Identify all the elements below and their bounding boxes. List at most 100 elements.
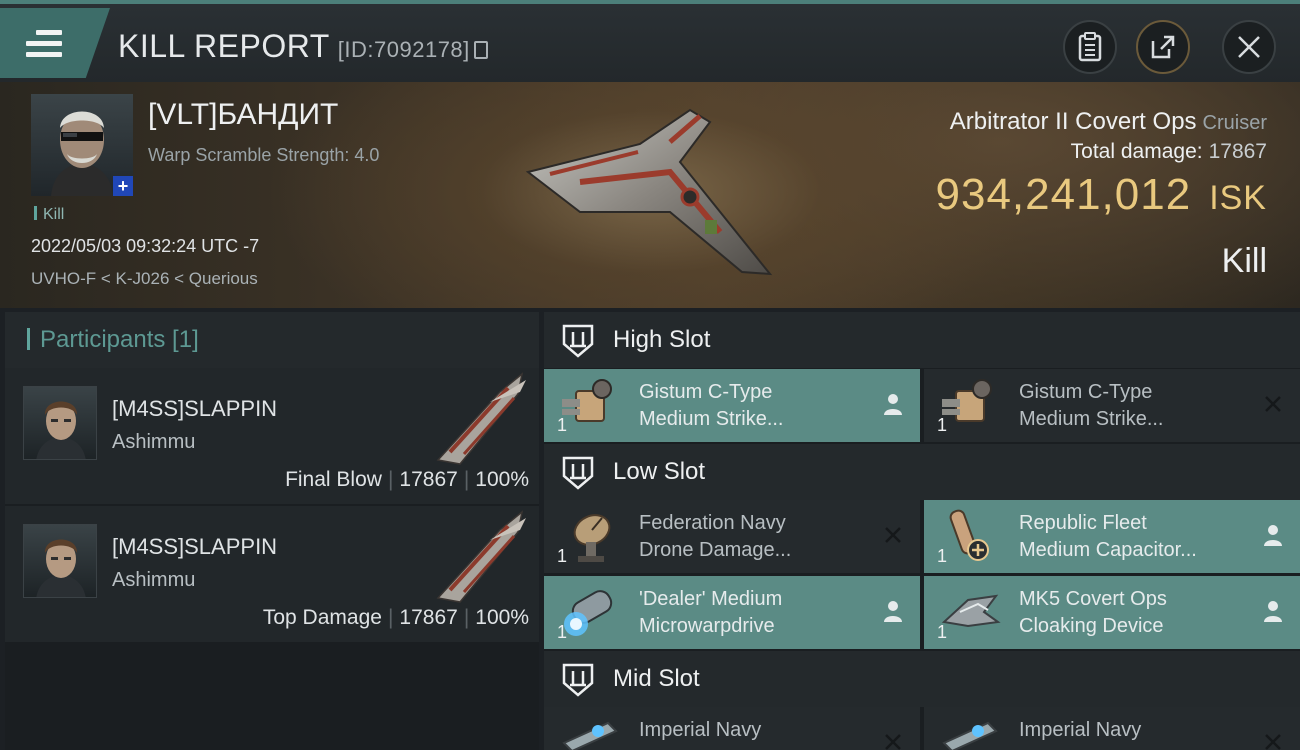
kill-timestamp: 2022/05/03 09:32:24 UTC -7: [31, 236, 260, 256]
participant-avatar[interactable]: [23, 386, 97, 460]
kill-result: Kill: [1221, 242, 1267, 280]
participant-damage: 17867: [399, 606, 458, 629]
victim-ship-name[interactable]: Arbitrator II Covert Ops Cruiser: [950, 108, 1267, 136]
module-name-line1: 'Dealer' Medium: [639, 588, 783, 610]
module-name-line2: Medium Capacitor...: [1019, 539, 1197, 561]
shield-icon: [562, 324, 594, 358]
high-slot-label: High Slot: [613, 326, 711, 353]
close-button[interactable]: [1222, 20, 1276, 74]
module-item[interactable]: Imperial Navy: [544, 707, 920, 750]
mid-slot-label: Mid Slot: [613, 665, 700, 692]
module-item[interactable]: 1 Gistum C-Type Medium Strike...: [924, 369, 1300, 442]
copy-id-icon[interactable]: [473, 41, 488, 59]
participant-row[interactable]: [M4SS]SLAPPIN Ashimmu Final Blow | 17867 | 1…: [5, 368, 539, 506]
module-quantity: 1: [557, 546, 568, 566]
participant-ship: Ashimmu: [112, 569, 196, 591]
participant-ship-image[interactable]: [430, 372, 530, 467]
turret-icon: [562, 379, 612, 422]
isk-unit: ISK: [1209, 179, 1267, 217]
module-name-line2: Medium Strike...: [639, 408, 784, 430]
victim-banner: + [VLT]БАНДИТ Warp Scramble Strength: 4.…: [0, 82, 1300, 308]
participants-header[interactable]: Participants [1]: [5, 312, 539, 368]
close-icon: [1238, 36, 1260, 58]
victim-ship-image[interactable]: [520, 102, 780, 282]
ship-name-text: Arbitrator II Covert Ops: [949, 108, 1197, 135]
page-title-text: KILL REPORT: [118, 28, 330, 64]
module-name-line1: Imperial Navy: [1019, 719, 1142, 741]
page-title: KILL REPORT [ID:7092178]: [118, 28, 488, 65]
module-item[interactable]: 1 'Dealer' Medium Microwarpdrive: [544, 576, 920, 649]
victim-portrait[interactable]: +: [31, 94, 133, 196]
module-name-line1: Federation Navy: [639, 512, 786, 534]
module-quantity: 1: [557, 622, 568, 642]
pilot-portrait-icon: [36, 539, 86, 597]
module-name-line2: Medium Strike...: [1019, 408, 1164, 430]
participants-panel: Participants [1] [M4SS]SLAPPIN Ashimmu F…: [5, 312, 539, 750]
person-icon: [884, 394, 902, 415]
victim-name[interactable]: [VLT]БАНДИТ: [148, 98, 338, 132]
fitting-panel: High Slot 1 Gistum C-Type Medium Strike.…: [544, 312, 1300, 750]
satellite-dish-icon: [573, 514, 611, 562]
pilot-portrait-icon: [36, 401, 86, 459]
participant-ship-image[interactable]: [430, 510, 530, 605]
hamburger-icon: [26, 30, 62, 60]
module-item[interactable]: 1 MK5 Covert Ops Cloaking Device: [924, 576, 1300, 649]
mid-slot-header: Mid Slot: [544, 651, 1300, 707]
module-quantity: 1: [557, 415, 568, 435]
module-icon: [942, 721, 998, 750]
total-damage-value: 17867: [1208, 140, 1267, 163]
module-quantity: 1: [937, 546, 948, 566]
participant-avatar[interactable]: [23, 524, 97, 598]
person-icon: [884, 601, 902, 622]
module-name-line2: Drone Damage...: [639, 539, 792, 561]
add-contact-icon[interactable]: +: [113, 176, 133, 196]
participant-name[interactable]: [M4SS]SLAPPIN: [112, 396, 277, 422]
participant-row[interactable]: [M4SS]SLAPPIN Ashimmu Top Damage | 17867 | 1…: [5, 506, 539, 644]
participant-stats: Final Blow | 17867 | 100%: [285, 468, 529, 491]
participant-stats: Top Damage | 17867 | 100%: [262, 606, 529, 629]
module-name-line1: Gistum C-Type: [1019, 381, 1153, 403]
module-name-line2: Cloaking Device: [1019, 615, 1164, 637]
share-button[interactable]: [1136, 20, 1190, 74]
menu-button[interactable]: [0, 8, 110, 78]
module-icon: [562, 721, 618, 750]
participant-role: Final Blow: [285, 468, 382, 491]
participant-role: Top Damage: [262, 606, 382, 629]
module-name-line1: Gistum C-Type: [639, 381, 773, 403]
x-icon: [885, 527, 901, 543]
low-slot-label: Low Slot: [613, 458, 706, 485]
turret-icon: [942, 379, 992, 422]
module-name-line2: Microwarpdrive: [639, 615, 775, 637]
cloaking-device-icon: [941, 594, 1001, 628]
module-item[interactable]: 1 Republic Fleet Medium Capacitor...: [924, 500, 1300, 573]
total-damage: Total damage: 17867: [1071, 140, 1267, 164]
participant-damage: 17867: [399, 468, 458, 491]
kill-location[interactable]: UVHO-F < K-J026 < Querious: [31, 269, 258, 289]
shield-icon: [562, 456, 594, 490]
shield-icon: [562, 663, 594, 697]
person-icon: [1264, 601, 1282, 622]
warp-scramble-strength: Warp Scramble Strength: 4.0: [148, 145, 380, 165]
x-icon: [1265, 734, 1281, 750]
total-damage-label: Total damage:: [1070, 140, 1203, 163]
participant-name[interactable]: [M4SS]SLAPPIN: [112, 534, 277, 560]
share-icon: [1151, 35, 1175, 59]
module-item[interactable]: 1 Federation Navy Drone Damage...: [544, 500, 920, 573]
module-item[interactable]: 1 Gistum C-Type Medium Strike...: [544, 369, 920, 442]
microwarpdrive-icon: [564, 590, 613, 636]
module-name-line1: MK5 Covert Ops: [1019, 588, 1167, 610]
x-icon: [885, 734, 901, 750]
module-quantity: 1: [937, 622, 948, 642]
participant-percent: 100%: [475, 606, 529, 629]
participant-percent: 100%: [475, 468, 529, 491]
module-name-line1: Imperial Navy: [639, 719, 762, 741]
module-quantity: 1: [937, 415, 948, 435]
participant-ship: Ashimmu: [112, 431, 196, 453]
capacitor-icon: [949, 509, 989, 561]
kill-id: [ID:7092178]: [337, 37, 470, 62]
clipboard-button[interactable]: [1063, 20, 1117, 74]
low-slot-header: Low Slot: [544, 444, 1300, 500]
clipboard-icon: [1078, 32, 1102, 62]
kill-tag: Kill: [34, 206, 64, 224]
module-item[interactable]: Imperial Navy: [924, 707, 1300, 750]
